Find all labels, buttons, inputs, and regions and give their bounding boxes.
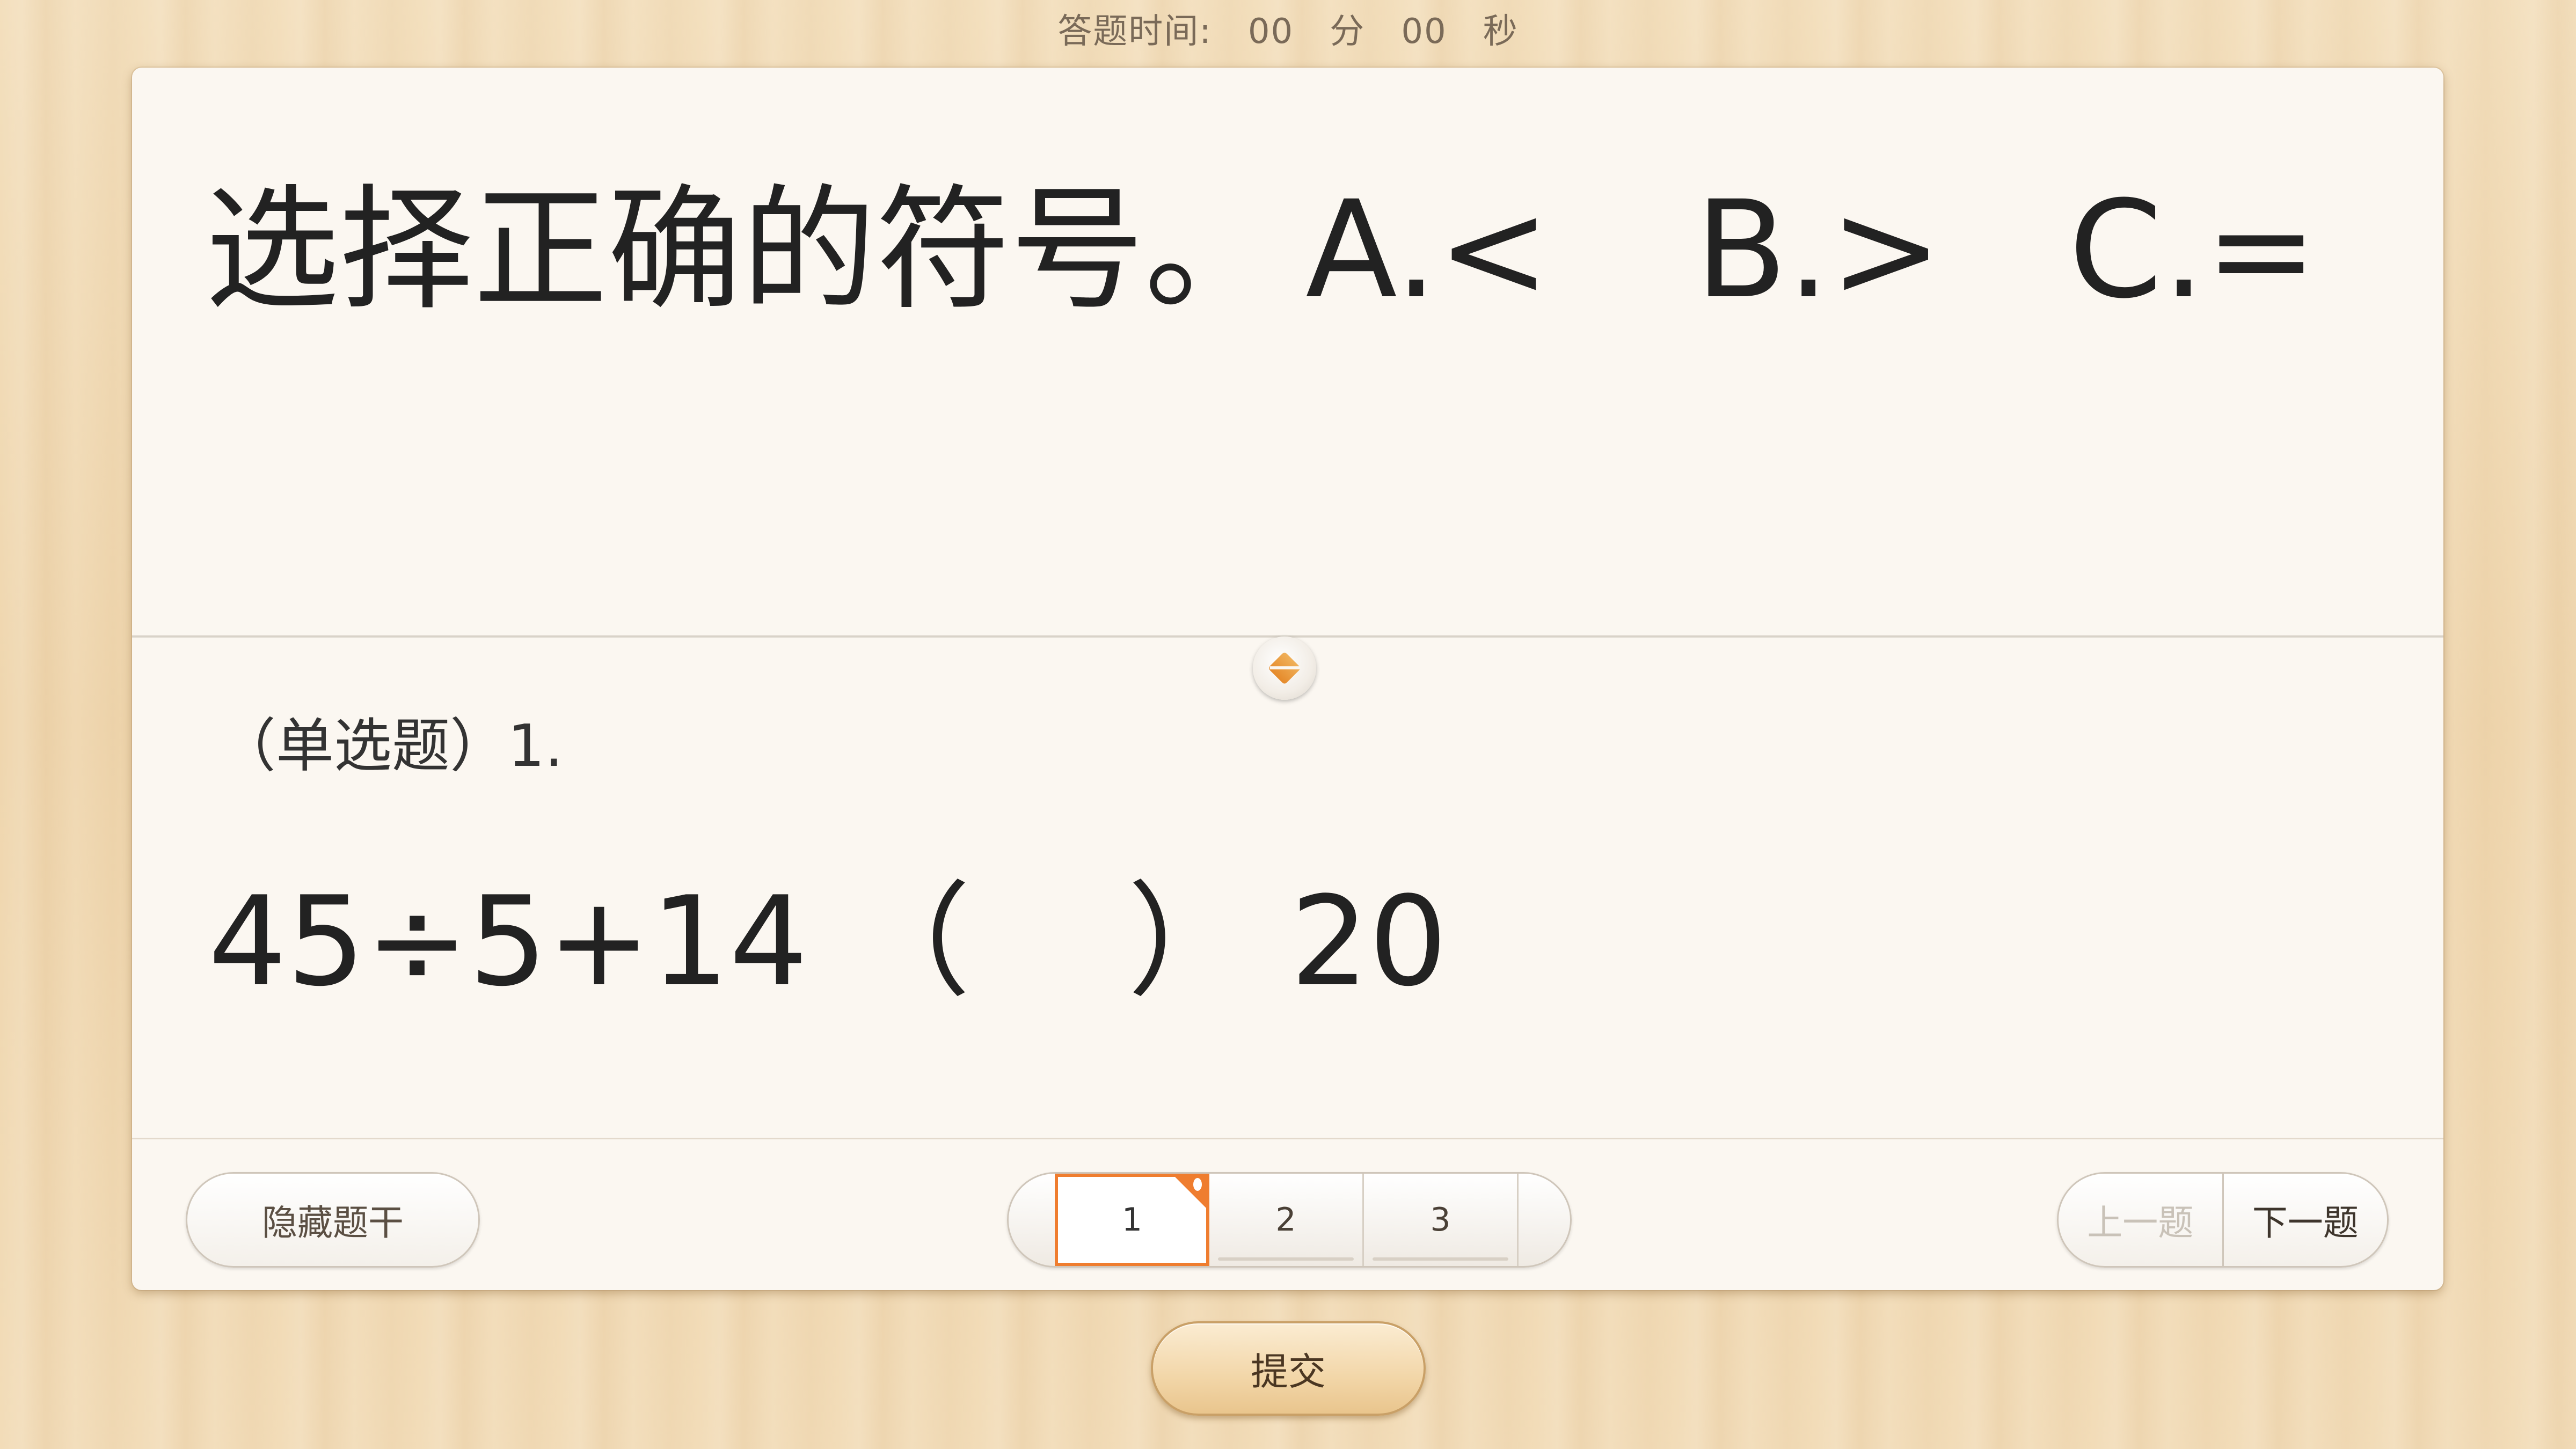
question-expression: 45÷5+14 （ ） 20 [208, 870, 1448, 1014]
question-pager: 1 2 3 [1007, 1172, 1572, 1268]
option-a: A. < [1305, 170, 1550, 331]
corner-flag-icon [1172, 1174, 1209, 1211]
question-nav: 上一题 下一题 [2057, 1172, 2389, 1268]
question-card: 选择正确的符号。 A. < B. > C. = （单选题）1. 45÷5+14 … [132, 68, 2443, 1290]
option-b-letter: B. [1695, 172, 1830, 328]
page-2-label: 2 [1275, 1201, 1296, 1239]
page-button-3[interactable]: 3 [1364, 1174, 1519, 1266]
question-stem-panel: 选择正确的符号。 A. < B. > C. = [132, 68, 2443, 635]
option-b-symbol: > [1829, 172, 1943, 328]
diamond-drag-icon [1267, 651, 1302, 685]
footer-divider [132, 1138, 2443, 1139]
page-3-label: 3 [1430, 1201, 1451, 1239]
timer-seconds: 00 [1401, 12, 1447, 52]
page-1-label: 1 [1121, 1201, 1143, 1239]
option-a-symbol: < [1437, 172, 1550, 328]
next-question-button[interactable]: 下一题 [2224, 1174, 2388, 1266]
question-type-label: （单选题）1. [218, 713, 564, 780]
option-c-letter: C. [2069, 172, 2206, 328]
page-3-underline [1373, 1257, 1508, 1261]
page-button-1[interactable]: 1 [1055, 1174, 1209, 1266]
splitter-handle[interactable] [1253, 636, 1316, 700]
answer-timer: 答题时间: 00 分 00 秒 [0, 8, 2576, 56]
timer-minutes-unit: 分 [1330, 12, 1366, 52]
option-c: C. = [2069, 170, 2318, 331]
page-2-underline [1218, 1257, 1354, 1261]
timer-minutes: 00 [1247, 12, 1294, 52]
option-a-letter: A. [1305, 172, 1438, 328]
corner-dot-icon [1193, 1178, 1202, 1191]
page-button-2[interactable]: 2 [1209, 1174, 1364, 1266]
question-stem: 选择正确的符号。 A. < B. > C. = [205, 170, 2318, 331]
hide-stem-button[interactable]: 隐藏题干 [186, 1172, 480, 1268]
prev-question-button[interactable]: 上一题 [2059, 1174, 2224, 1266]
option-b: B. > [1695, 170, 1942, 331]
stem-text: 选择正确的符号。 [205, 172, 1279, 328]
timer-label: 答题时间: [1057, 12, 1212, 52]
option-c-symbol: = [2205, 172, 2318, 328]
timer-seconds-unit: 秒 [1483, 12, 1519, 52]
submit-button[interactable]: 提交 [1151, 1321, 1426, 1416]
